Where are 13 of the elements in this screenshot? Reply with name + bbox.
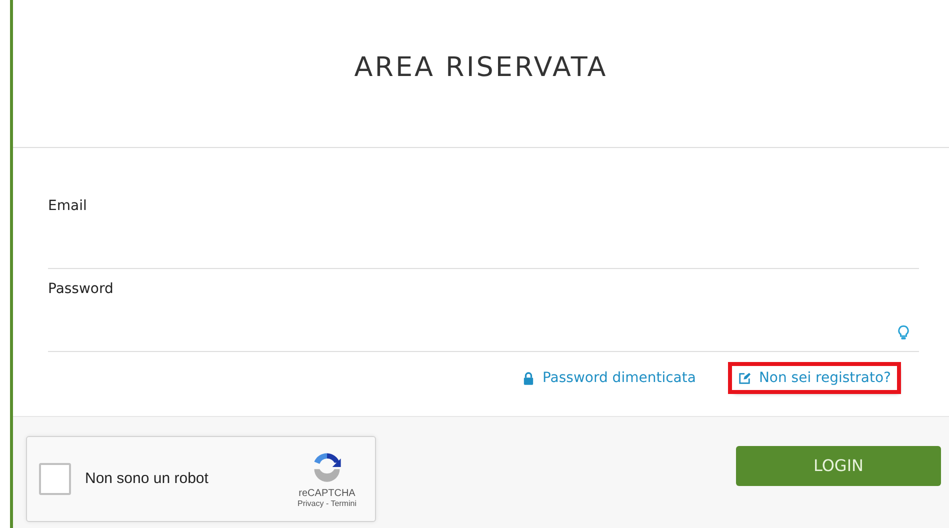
checkbox-label: Non sono un robot bbox=[85, 470, 210, 487]
login-button[interactable]: LOGIN bbox=[736, 446, 941, 486]
lightbulb-icon[interactable] bbox=[898, 325, 909, 340]
link[interactable]: Non sei registrato? bbox=[732, 366, 897, 390]
link[interactable]: Password dimenticata bbox=[517, 366, 702, 390]
recaptcha-label: reCAPTCHA bbox=[298, 488, 356, 498]
password-field[interactable]: Password bbox=[48, 271, 919, 352]
edit-icon bbox=[738, 372, 751, 384]
checkbox[interactable] bbox=[39, 462, 71, 494]
lock-icon bbox=[523, 372, 534, 384]
page-title: AREA RISERVATA bbox=[354, 52, 608, 83]
email-field[interactable]: Email bbox=[48, 188, 919, 269]
privacy-terms-text: Privacy - Termini bbox=[298, 498, 356, 508]
